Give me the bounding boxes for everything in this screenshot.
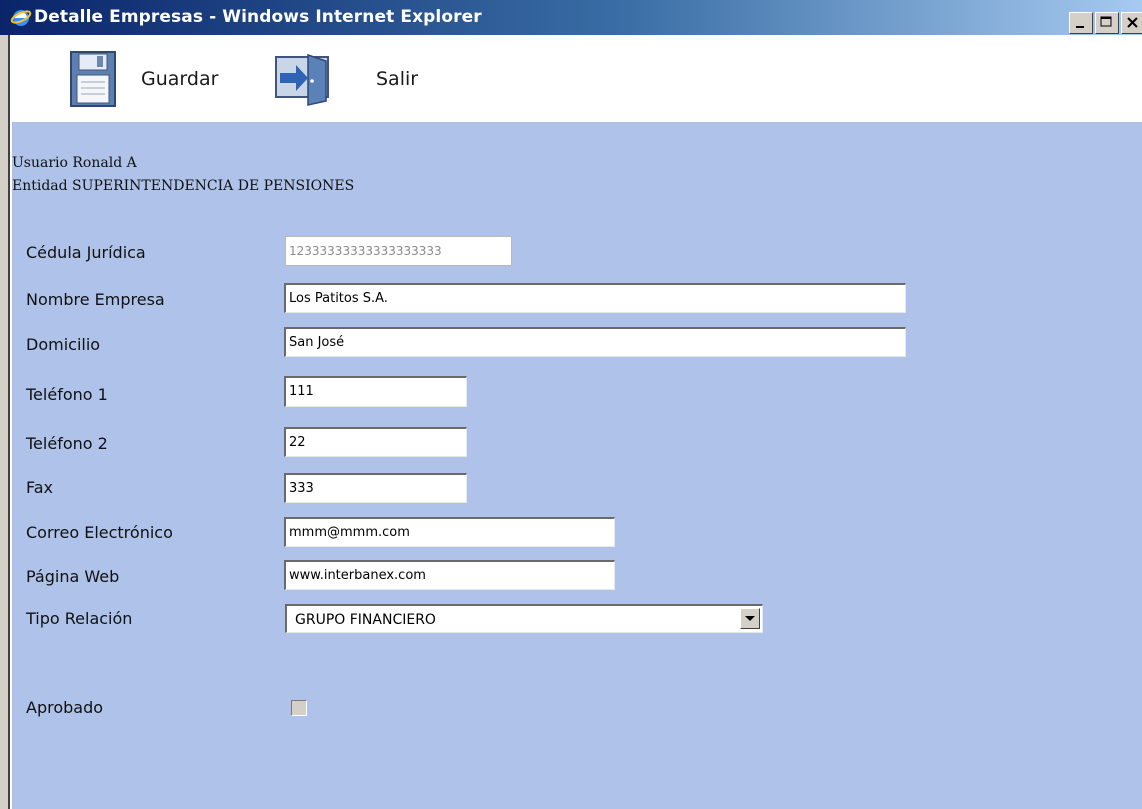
telefono1-field[interactable]: 111	[284, 376, 467, 407]
floppy-disk-icon	[70, 51, 116, 107]
minimize-icon	[1076, 26, 1084, 28]
nombre-label: Nombre Empresa	[26, 290, 165, 309]
telefono1-label: Teléfono 1	[26, 385, 108, 404]
close-icon	[1127, 17, 1138, 28]
close-button[interactable]	[1121, 12, 1142, 34]
window-title: Detalle Empresas - Windows Internet Expl…	[34, 7, 482, 27]
web-label: Página Web	[26, 567, 120, 586]
cedula-field: 12333333333333333333	[285, 236, 512, 266]
internet-explorer-icon	[10, 10, 32, 26]
maximize-button[interactable]	[1095, 12, 1119, 34]
aprobado-checkbox[interactable]	[291, 700, 307, 716]
window-frame-left	[0, 35, 10, 809]
telefono2-label: Teléfono 2	[26, 434, 108, 453]
entity-line: Entidad SUPERINTENDENCIA DE PENSIONES	[12, 178, 355, 194]
pagina-web-field[interactable]: www.interbanex.com	[284, 560, 615, 590]
chevron-down-icon	[745, 616, 755, 621]
exit-button[interactable]: Salir	[272, 49, 418, 109]
tipo-relacion-select[interactable]: GRUPO FINANCIERO	[285, 604, 763, 633]
user-line: Usuario Ronald A	[12, 155, 137, 171]
fax-field[interactable]: 333	[284, 473, 467, 503]
toolbar: Guardar Salir	[10, 35, 1142, 122]
telefono2-field[interactable]: 22	[284, 427, 467, 457]
form-area: Usuario Ronald A Entidad SUPERINTENDENCI…	[12, 122, 1142, 809]
correo-label: Correo Electrónico	[26, 523, 173, 542]
exit-door-icon	[275, 53, 329, 106]
save-label: Guardar	[141, 68, 219, 90]
maximize-icon	[1100, 16, 1112, 27]
cedula-label: Cédula Jurídica	[26, 243, 146, 262]
nombre-empresa-field[interactable]: Los Patitos S.A.	[284, 283, 906, 313]
exit-label: Salir	[376, 68, 419, 90]
dropdown-arrow-button[interactable]	[740, 608, 760, 629]
minimize-button[interactable]	[1069, 12, 1093, 34]
tipo-relacion-value: GRUPO FINANCIERO	[295, 612, 436, 628]
save-button[interactable]: Guardar	[67, 49, 218, 109]
aprobado-label: Aprobado	[26, 698, 104, 717]
domicilio-label: Domicilio	[26, 335, 101, 354]
user-info: Usuario Ronald A Entidad SUPERINTENDENCI…	[12, 152, 354, 198]
window-title-bar[interactable]: Detalle Empresas - Windows Internet Expl…	[0, 0, 1142, 35]
correo-field[interactable]: mmm@mmm.com	[284, 517, 615, 547]
fax-label: Fax	[26, 478, 54, 497]
domicilio-field[interactable]: San José	[284, 327, 906, 357]
tipo-relacion-label: Tipo Relación	[26, 609, 133, 628]
